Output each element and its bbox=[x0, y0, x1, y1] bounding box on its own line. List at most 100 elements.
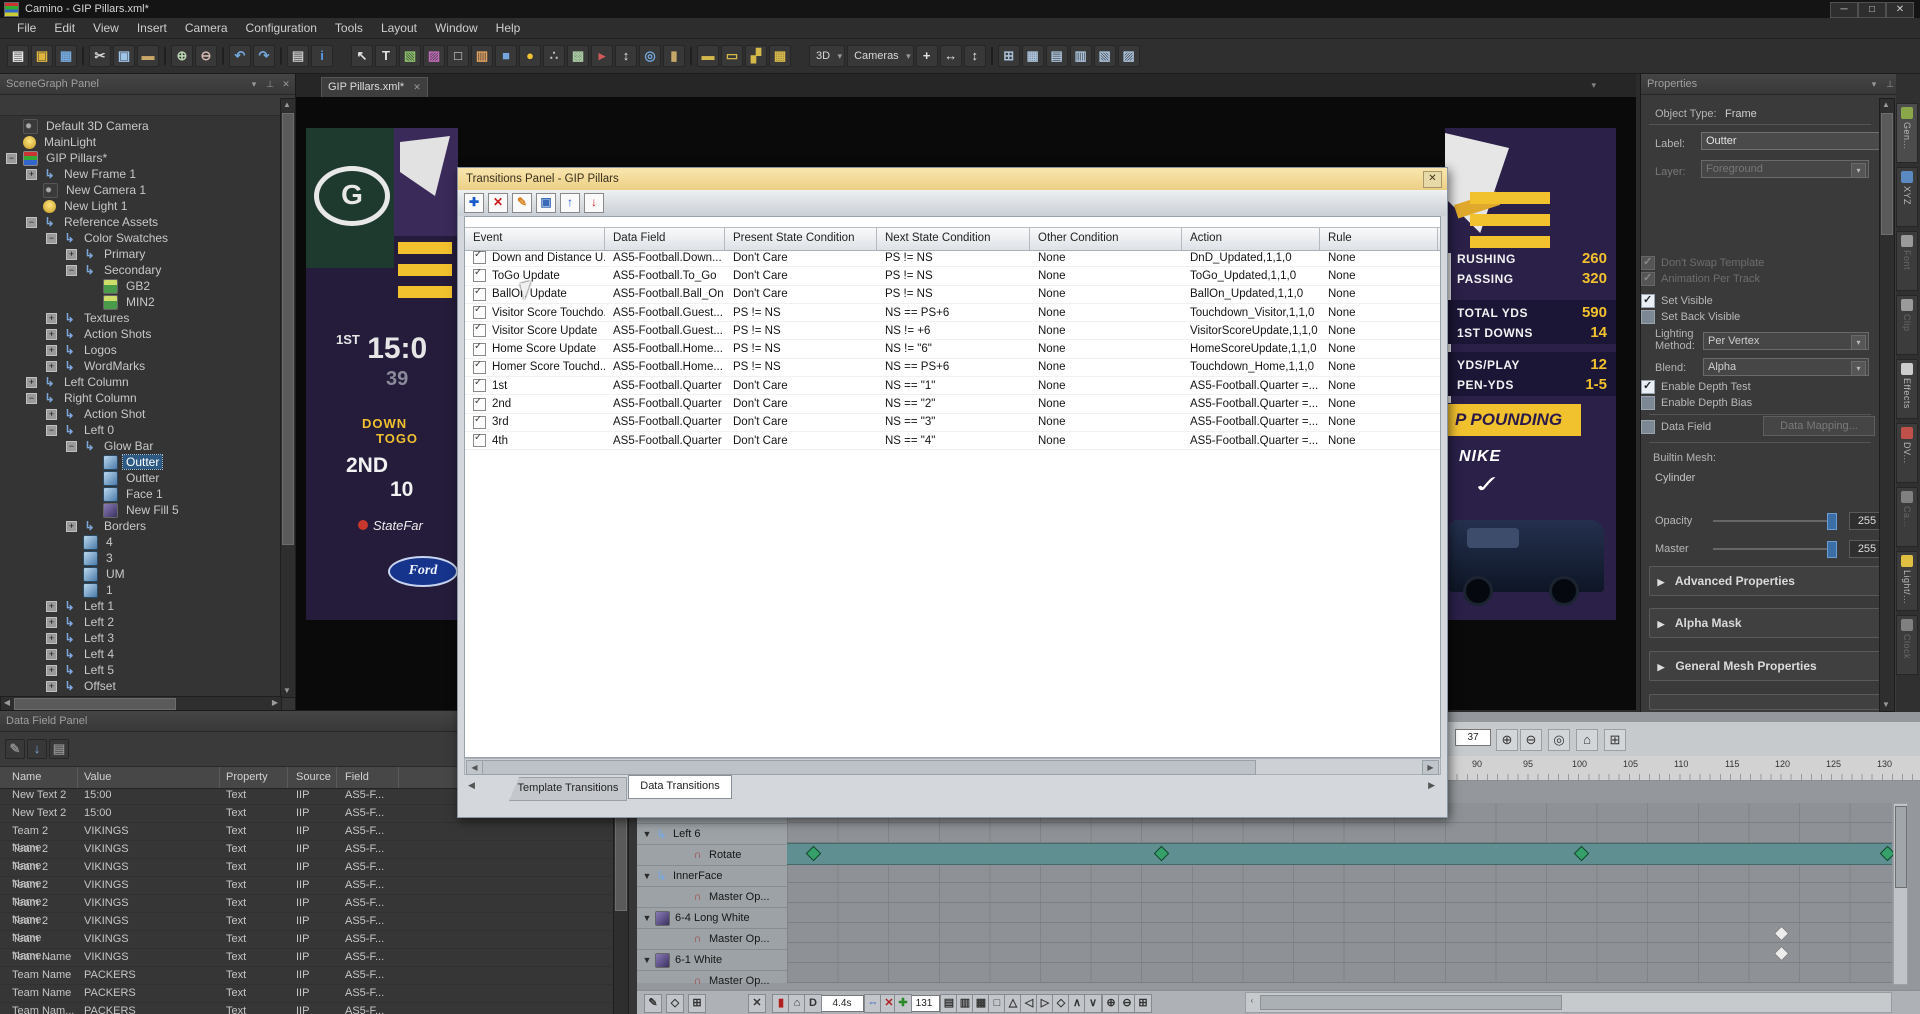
transition-enabled-checkbox[interactable]: ✓ bbox=[473, 434, 486, 447]
table-column-header[interactable]: Other Condition bbox=[1030, 228, 1182, 250]
scenegraph-item[interactable]: 1 bbox=[0, 582, 279, 598]
property-checkbox[interactable]: ✓ Enable Depth Bias bbox=[1641, 396, 1752, 410]
tab-template-transitions[interactable]: Template Transitions bbox=[509, 777, 627, 801]
timeline-home-icon[interactable]: ⌂ bbox=[1576, 729, 1598, 751]
scenegraph-item[interactable]: + Left 1 bbox=[0, 598, 279, 614]
scenegraph-item[interactable]: + Left 2 bbox=[0, 614, 279, 630]
light-tool-icon[interactable]: ● bbox=[519, 45, 541, 67]
tree-expander[interactable]: + bbox=[46, 649, 57, 660]
globe-tool-icon[interactable]: ◎ bbox=[639, 45, 661, 67]
layer-dropdown[interactable]: Foreground bbox=[1701, 160, 1869, 178]
properties-tab[interactable]: Ca... bbox=[1896, 487, 1918, 547]
collapsible-section-partial[interactable] bbox=[1649, 694, 1881, 710]
table-column-header[interactable]: Next State Condition bbox=[877, 228, 1030, 250]
tree-expander[interactable]: + bbox=[46, 313, 57, 324]
table-column-header[interactable]: Present State Condition bbox=[725, 228, 877, 250]
tree-expander[interactable]: + bbox=[46, 361, 57, 372]
dock-icon[interactable]: ▨ bbox=[1118, 45, 1140, 67]
transition-enabled-checkbox[interactable]: ✓ bbox=[473, 324, 486, 337]
tree-expander[interactable]: − bbox=[26, 393, 37, 404]
transition-enabled-checkbox[interactable]: ✓ bbox=[473, 251, 486, 264]
tree-expander[interactable]: + bbox=[46, 601, 57, 612]
property-checkbox[interactable]: ✓ Data Field bbox=[1641, 420, 1711, 434]
scenegraph-item[interactable]: GB2 bbox=[0, 278, 279, 294]
transition-row[interactable]: ✓3rd AS5-Football.Quarter Don't Care NS … bbox=[465, 414, 1440, 432]
timeline-layer-row[interactable]: ▼ Left 6 bbox=[637, 824, 787, 845]
checkbox-box[interactable]: ✓ bbox=[1641, 294, 1655, 308]
dialog-close-button[interactable]: ✕ bbox=[1423, 171, 1442, 188]
scrollbar-thumb[interactable] bbox=[282, 113, 294, 545]
scenegraph-item[interactable]: Face 1 bbox=[0, 486, 279, 502]
column-header-name[interactable]: Name bbox=[8, 767, 78, 788]
tree-expander[interactable]: + bbox=[46, 617, 57, 628]
menu-item[interactable]: Window bbox=[426, 19, 487, 37]
menu-item[interactable]: Layout bbox=[372, 19, 426, 37]
timeline-zoom-out-icon[interactable]: ⊖ bbox=[1520, 729, 1542, 751]
particles-tool-icon[interactable]: ∴ bbox=[543, 45, 565, 67]
scroll-left-icon[interactable]: ‹ bbox=[1246, 995, 1258, 1007]
tree-expander[interactable]: − bbox=[46, 233, 57, 244]
property-checkbox[interactable]: ✓ Don't Swap Template bbox=[1641, 256, 1764, 270]
data-field-row[interactable]: Team Name PACKERS Text IIP AS5-F... bbox=[0, 985, 612, 1003]
snap-icon[interactable]: ⊞ bbox=[998, 45, 1020, 67]
cube-tool-icon[interactable]: ■ bbox=[495, 45, 517, 67]
transition-enabled-checkbox[interactable]: ✓ bbox=[473, 361, 486, 374]
scenegraph-item[interactable]: New Light 1 bbox=[0, 198, 279, 214]
mode-3d-dropdown[interactable]: 3D bbox=[809, 45, 845, 67]
tree-expander[interactable]: + bbox=[46, 345, 57, 356]
pan-icon[interactable]: + bbox=[916, 45, 938, 67]
scenegraph-item[interactable]: + Primary bbox=[0, 246, 279, 262]
scroll-up-icon[interactable]: ▲ bbox=[1880, 99, 1892, 111]
scenegraph-item[interactable]: − Right Column bbox=[0, 390, 279, 406]
tree-expander[interactable]: + bbox=[46, 409, 57, 420]
tree-expander[interactable]: − bbox=[46, 425, 57, 436]
tree-expander[interactable]: + bbox=[26, 377, 37, 388]
menu-item[interactable]: Edit bbox=[45, 19, 84, 37]
transition-row[interactable]: ✓1st AS5-Football.Quarter Don't Care NS … bbox=[465, 377, 1440, 395]
panel-menu-icon[interactable]: ▾ bbox=[247, 77, 261, 91]
tab-scroll-right-icon[interactable]: ▶ bbox=[1428, 780, 1435, 791]
scenegraph-item[interactable]: + Borders bbox=[0, 518, 279, 534]
scrollbar-thumb[interactable] bbox=[14, 698, 176, 710]
table-column-header[interactable]: Rule bbox=[1320, 228, 1438, 250]
layer-expander-icon[interactable]: ▼ bbox=[641, 914, 653, 923]
collapsible-section-header[interactable]: ▶ General Mesh Properties bbox=[1649, 651, 1881, 681]
sort-datafield-icon[interactable]: ↓ bbox=[27, 739, 47, 759]
timeline-layer-row[interactable]: ▼ 6-1 White bbox=[637, 950, 787, 971]
data-field-row[interactable]: Team 2 Name VIKINGS Text IIP AS5-F... bbox=[0, 823, 612, 841]
column-header-value[interactable]: Value bbox=[80, 767, 220, 788]
edit-transition-icon[interactable]: ✎ bbox=[512, 193, 532, 213]
transition-row[interactable]: ✓BallOn Update AS5-Football.Ball_On Don'… bbox=[465, 286, 1440, 304]
edit-keys-icon[interactable]: ✎ bbox=[644, 994, 662, 1013]
transition-row[interactable]: ✓Visitor Score Touchdo... AS5-Football.G… bbox=[465, 304, 1440, 322]
transform-tool-icon[interactable]: ↕ bbox=[615, 45, 637, 67]
separator[interactable] bbox=[82, 47, 84, 65]
scenegraph-item[interactable]: 4 bbox=[0, 534, 279, 550]
scenegraph-item[interactable]: − Left 0 bbox=[0, 422, 279, 438]
data-mapping-button[interactable]: Data Mapping... bbox=[1763, 416, 1875, 436]
scenegraph-item[interactable]: + Offset bbox=[0, 678, 279, 694]
clip-icon[interactable]: ▬ bbox=[697, 45, 719, 67]
export-transition-icon[interactable]: ↓ bbox=[584, 193, 604, 213]
image-tool-icon[interactable]: ▧ bbox=[399, 45, 421, 67]
print-icon[interactable]: ▤ bbox=[287, 45, 309, 67]
expand-arrow-icon[interactable]: ▶ bbox=[1650, 568, 1672, 596]
scenegraph-item[interactable]: + Logos bbox=[0, 342, 279, 358]
scenegraph-item[interactable]: − GIP Pillars* bbox=[0, 150, 279, 166]
data-field-row[interactable]: Team Name VIKINGS Text IIP AS5-F... bbox=[0, 949, 612, 967]
separator[interactable] bbox=[793, 46, 807, 66]
column-header-source[interactable]: Source bbox=[292, 767, 337, 788]
add-track-icon[interactable]: ⊞ bbox=[688, 994, 706, 1013]
checkbox-box[interactable]: ✓ bbox=[1641, 256, 1655, 270]
properties-tab[interactable]: XYZ bbox=[1896, 167, 1918, 227]
menu-item[interactable]: Camera bbox=[176, 19, 237, 37]
column-header-property[interactable]: Property bbox=[222, 767, 288, 788]
timeline-layer-row[interactable]: Master Op... bbox=[637, 887, 787, 908]
checkbox-box[interactable]: ✓ bbox=[1641, 380, 1655, 394]
scroll-up-icon[interactable]: ▲ bbox=[281, 99, 293, 111]
dialog-horizontal-scrollbar[interactable]: ◀ ▶ bbox=[464, 758, 1441, 775]
properties-tab[interactable]: Clock bbox=[1896, 615, 1918, 675]
timeline-vertical-scrollbar[interactable] bbox=[1893, 803, 1908, 985]
property-slider[interactable]: Opacity 255 bbox=[1655, 512, 1887, 530]
transition-row[interactable]: ✓Homer Score Touchd... AS5-Football.Home… bbox=[465, 359, 1440, 377]
